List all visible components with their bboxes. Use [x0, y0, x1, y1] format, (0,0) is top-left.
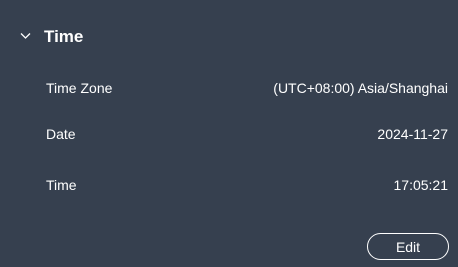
section-title: Time [44, 27, 84, 46]
date-value: 2024-11-27 [377, 126, 448, 142]
date-row: Date 2024-11-27 [0, 124, 458, 146]
time-value: 17:05:21 [393, 177, 449, 193]
time-zone-label: Time Zone [46, 80, 113, 96]
time-label: Time [46, 177, 77, 193]
time-settings-panel: Time Time Zone (UTC+08:00) Asia/Shanghai… [0, 0, 458, 267]
chevron-down-icon[interactable] [20, 32, 31, 40]
edit-button[interactable]: Edit [367, 233, 449, 260]
time-zone-value: (UTC+08:00) Asia/Shanghai [273, 80, 448, 96]
time-zone-row: Time Zone (UTC+08:00) Asia/Shanghai [0, 78, 458, 100]
time-row: Time 17:05:21 [0, 175, 458, 197]
date-label: Date [46, 126, 76, 142]
